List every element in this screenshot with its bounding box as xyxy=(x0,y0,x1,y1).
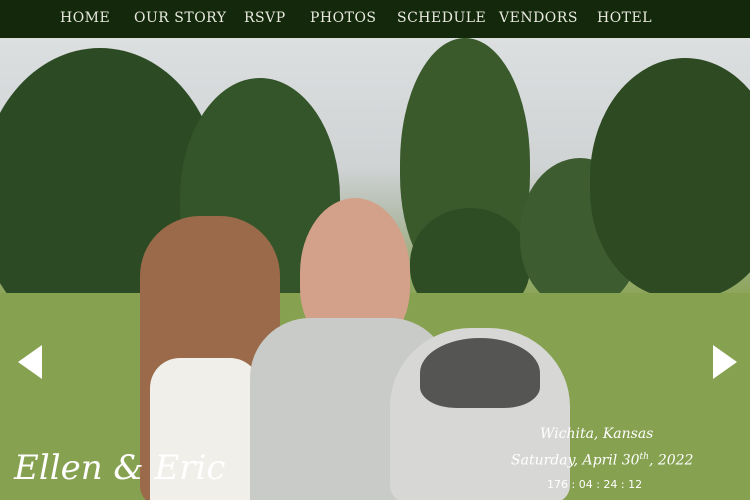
nav-schedule[interactable]: SCHEDULE xyxy=(397,10,486,26)
nav-home[interactable]: HOME xyxy=(60,10,110,26)
dog-face-mask xyxy=(420,338,540,408)
tree-far-right xyxy=(590,58,750,298)
countdown-timer: 176 : 04 : 24 : 12 xyxy=(547,478,643,491)
nav-hotel[interactable]: HOTEL xyxy=(597,10,652,26)
wedding-date-main: Saturday, April 30 xyxy=(511,452,640,469)
next-slide-arrow-icon[interactable] xyxy=(713,345,737,379)
wedding-date-suffix: th xyxy=(639,452,649,462)
nav-our-story[interactable]: OUR STORY xyxy=(134,10,227,26)
nav-rsvp[interactable]: RSVP xyxy=(244,10,286,26)
top-navigation: HOME OUR STORY RSVP PHOTOS SCHEDULE VEND… xyxy=(0,0,750,38)
nav-vendors[interactable]: VENDORS xyxy=(499,10,578,26)
wedding-date: Saturday, April 30th, 2022 xyxy=(511,452,693,469)
nav-photos[interactable]: PHOTOS xyxy=(310,10,377,26)
couple-name: Ellen & Eric xyxy=(14,448,226,488)
wedding-location: Wichita, Kansas xyxy=(540,426,654,442)
previous-slide-arrow-icon[interactable] xyxy=(18,345,42,379)
wedding-date-year: , 2022 xyxy=(648,452,694,469)
